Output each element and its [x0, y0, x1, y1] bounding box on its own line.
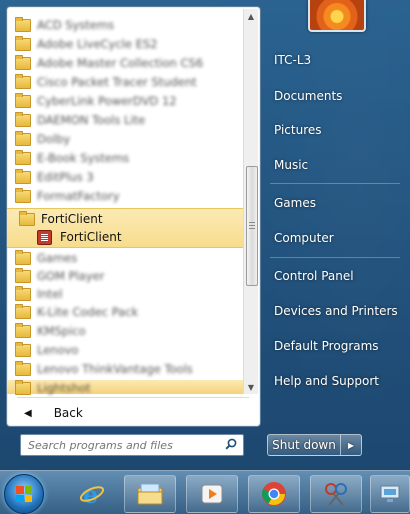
- forticlient-icon: [37, 229, 52, 245]
- folder-icon: [15, 92, 31, 108]
- programs-pane: ACD Systems Adobe LiveCycle ES2 Adobe Ma…: [6, 6, 261, 427]
- folder-icon: [15, 73, 31, 89]
- folder-icon: [15, 54, 31, 70]
- grip-line: [249, 225, 255, 226]
- right-separator: [270, 183, 400, 184]
- shutdown-options-icon[interactable]: ▶: [340, 435, 361, 455]
- ie-glyph-icon: e: [79, 481, 105, 507]
- folder-icon: [15, 16, 31, 32]
- folder-icon: [15, 187, 31, 203]
- list-item[interactable]: Cisco Packet Tracer Student: [15, 73, 197, 91]
- right-item-music[interactable]: Music: [274, 158, 308, 172]
- forticlient-app[interactable]: FortiClient: [37, 228, 122, 246]
- list-item[interactable]: Adobe Master Collection CS6: [15, 54, 203, 72]
- scroll-down-icon[interactable]: ▼: [244, 380, 258, 394]
- right-item-user[interactable]: ITC-L3: [274, 53, 311, 67]
- network-icon[interactable]: [370, 475, 410, 513]
- list-item[interactable]: Dolby: [15, 130, 70, 148]
- list-item[interactable]: EditPlus 3: [15, 168, 94, 186]
- list-item[interactable]: GOM Player: [15, 267, 104, 285]
- right-item-control-panel[interactable]: Control Panel: [274, 269, 354, 283]
- forticlient-folder[interactable]: FortiClient: [19, 210, 103, 228]
- play-glyph-icon: [201, 484, 223, 504]
- folder-icon: [15, 322, 31, 338]
- search-input[interactable]: [26, 437, 220, 453]
- scroll-up-icon[interactable]: ▲: [244, 9, 258, 23]
- program-list-scrollbar[interactable]: ▲ ▼: [243, 9, 258, 394]
- folder-icon: [15, 168, 31, 184]
- folder-icon: [15, 285, 31, 301]
- list-item[interactable]: Lightshot: [15, 379, 91, 397]
- folder-icon: [15, 267, 31, 283]
- right-item-games[interactable]: Games: [274, 196, 316, 210]
- internet-explorer-icon[interactable]: e: [66, 475, 118, 513]
- right-item-computer[interactable]: Computer: [274, 231, 334, 245]
- shutdown-label: Shut down: [272, 438, 336, 452]
- back-label: Back: [53, 406, 83, 420]
- list-item[interactable]: K-Lite Codec Pack: [15, 303, 138, 321]
- right-item-pictures[interactable]: Pictures: [274, 123, 322, 137]
- folder-icon: [15, 379, 31, 395]
- back-button[interactable]: ◀ Back: [7, 401, 260, 425]
- grip-line: [249, 222, 255, 223]
- list-item[interactable]: FormatFactory: [15, 187, 120, 205]
- shutdown-button[interactable]: Shut down ▶: [267, 434, 362, 456]
- right-separator: [270, 257, 400, 258]
- list-item[interactable]: Lenovo ThinkVantage Tools: [15, 360, 193, 378]
- list-item[interactable]: Games: [15, 249, 77, 267]
- list-item[interactable]: Adobe LiveCycle ES2: [15, 35, 157, 53]
- list-item[interactable]: KMSpico: [15, 322, 86, 340]
- search-box[interactable]: [20, 434, 244, 456]
- file-explorer-icon[interactable]: [124, 475, 176, 513]
- search-icon[interactable]: [225, 438, 237, 450]
- back-arrow-icon: ◀: [24, 407, 32, 419]
- user-picture[interactable]: [308, 0, 366, 32]
- chrome-icon[interactable]: [248, 475, 300, 513]
- folder-icon: [15, 130, 31, 146]
- program-list: ACD Systems Adobe LiveCycle ES2 Adobe Ma…: [7, 7, 249, 395]
- list-item[interactable]: DAEMON Tools Lite: [15, 111, 145, 129]
- list-item[interactable]: Intel: [15, 285, 62, 303]
- folder-icon: [15, 111, 31, 127]
- right-item-help-support[interactable]: Help and Support: [274, 374, 379, 388]
- right-item-default-programs[interactable]: Default Programs: [274, 339, 379, 353]
- folder-icon: [15, 149, 31, 165]
- forticlient-folder-label: FortiClient: [41, 212, 103, 226]
- folder-glyph-icon: [137, 483, 163, 505]
- list-item[interactable]: ACD Systems: [15, 16, 114, 34]
- folder-icon: [15, 35, 31, 51]
- folder-icon: [15, 360, 31, 376]
- right-item-devices-printers[interactable]: Devices and Printers: [274, 304, 398, 318]
- list-item[interactable]: Lenovo: [15, 341, 78, 359]
- svg-text:e: e: [83, 481, 98, 507]
- windows-logo-icon: [16, 486, 32, 502]
- forticlient-app-label: FortiClient: [60, 230, 122, 244]
- list-item[interactable]: E-Book Systems: [15, 149, 129, 167]
- divider: [17, 397, 249, 398]
- right-item-documents[interactable]: Documents: [274, 89, 342, 103]
- folder-icon: [15, 303, 31, 319]
- start-menu: ACD Systems Adobe LiveCycle ES2 Adobe Ma…: [0, 0, 410, 470]
- chrome-glyph-icon: [262, 482, 286, 506]
- scroll-thumb[interactable]: [246, 166, 258, 286]
- taskbar: e: [0, 470, 410, 514]
- snipping-tool-icon[interactable]: [310, 475, 362, 513]
- folder-icon: [15, 249, 31, 265]
- grip-line: [249, 228, 255, 229]
- start-orb-icon[interactable]: [4, 474, 44, 514]
- network-glyph-icon: [380, 485, 400, 502]
- media-player-icon[interactable]: [186, 475, 238, 513]
- folder-icon: [15, 341, 31, 357]
- scissors-glyph-icon: [325, 483, 347, 506]
- list-item[interactable]: CyberLink PowerDVD 12: [15, 92, 177, 110]
- folder-open-icon: [19, 210, 35, 226]
